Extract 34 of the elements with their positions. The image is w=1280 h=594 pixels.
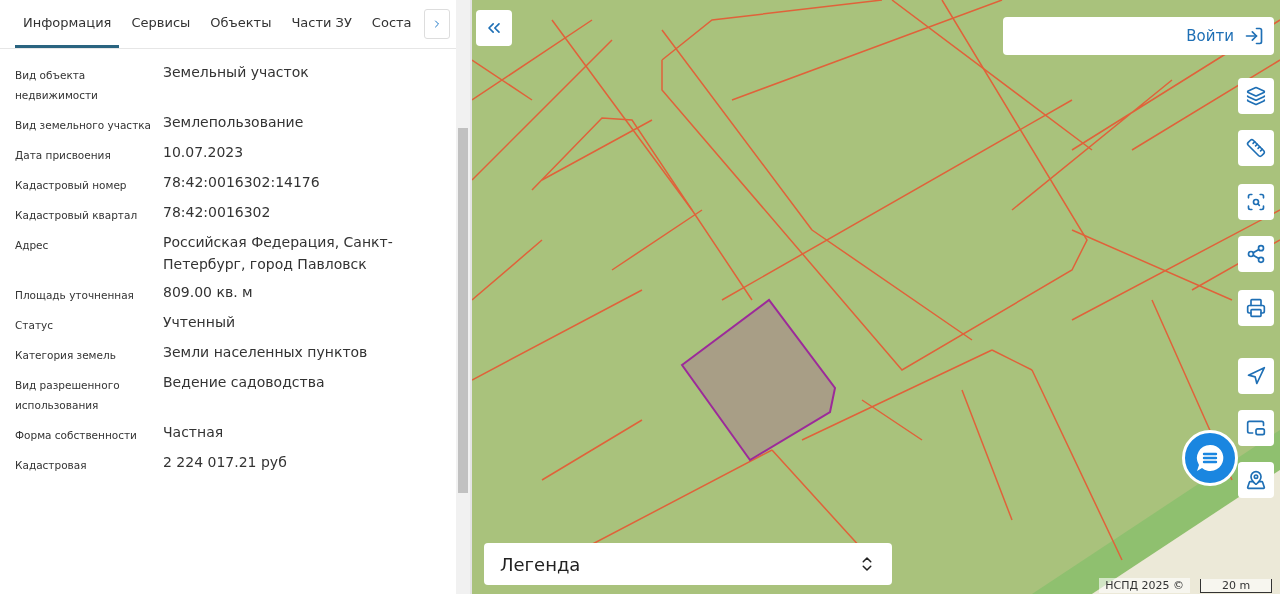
property-value: 10.07.2023 (163, 143, 245, 162)
property-label: Вид разрешенного использования (15, 378, 121, 413)
property-value: Землепользование (163, 113, 305, 132)
property-value: 78:42:0016302:14176 (163, 173, 321, 192)
map-scale-bar: 20 m (1200, 579, 1272, 593)
map[interactable]: Войти Легенда НСПД 2025 © 20 m (472, 0, 1280, 594)
map-attribution: НСПД 2025 © (1099, 578, 1190, 593)
property-label: Кадастровый квартал (15, 208, 139, 223)
property-value: Ведение садоводства (163, 373, 326, 392)
property-label: Статус (15, 318, 54, 333)
login-button[interactable]: Войти (1003, 17, 1274, 55)
property-label: Площадь уточненная (15, 288, 135, 303)
property-label: Кадастровая (15, 458, 88, 473)
property-value: Учтенный (163, 313, 237, 332)
property-value: 809.00 кв. м (163, 283, 254, 302)
tab[interactable]: Сервисы (123, 0, 199, 48)
tab[interactable]: Соста (363, 0, 420, 48)
property-label: Форма собственности (15, 428, 138, 443)
property-label: Кадастровый номер (15, 178, 128, 193)
property-label: Вид земельного участка (15, 118, 153, 133)
property-value: Земельный участок (163, 63, 310, 82)
property-label: Адрес (15, 238, 50, 253)
property-label: Категория земель (15, 348, 117, 363)
tab[interactable]: Информация (15, 0, 120, 48)
tab[interactable]: Части ЗУ (283, 0, 360, 48)
legend-dropdown[interactable]: Легенда (484, 543, 892, 585)
property-value: Российская Федерация, Санкт-Петербург, город Павловск (163, 233, 394, 274)
property-value: 78:42:0016302 (163, 203, 272, 222)
tab[interactable]: Объекты (202, 0, 280, 48)
property-value: Частная (163, 423, 225, 442)
property-value: Земли населенных пунктов (163, 343, 369, 362)
property-value: 2 224 017.21 руб (163, 453, 288, 472)
property-label: Вид объекта недвижимости (15, 68, 99, 103)
property-label: Дата присвоения (15, 148, 112, 163)
